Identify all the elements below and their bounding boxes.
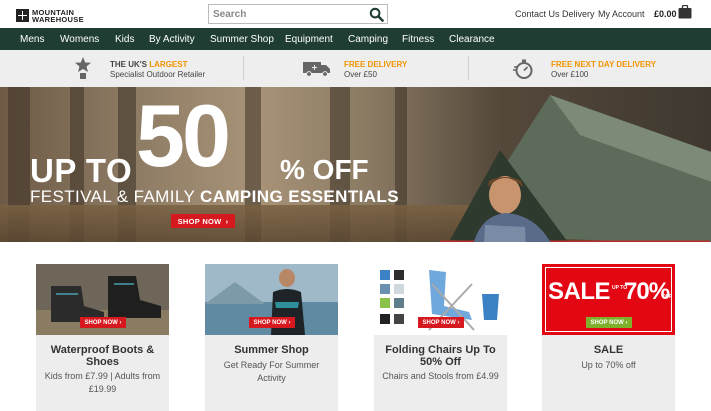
- stopwatch-icon: [513, 59, 533, 79]
- usp-3-line2: Over £100: [551, 70, 589, 79]
- nav-item-mens[interactable]: Mens: [20, 34, 44, 45]
- usp-2-line1-b: FREE DELIVERY: [344, 60, 408, 69]
- hero-subtitle-b: CAMPING ESSENTIALS: [200, 187, 399, 206]
- hero-up-to-text: UP TO: [30, 152, 133, 189]
- shop-now-button[interactable]: SHOP NOW ›: [80, 317, 126, 328]
- hero-subtitle: FESTIVAL & FAMILY CAMPING ESSENTIALS: [30, 187, 399, 207]
- delivery-link[interactable]: Delivery: [562, 9, 595, 19]
- nav-item-womens[interactable]: Womens: [60, 34, 99, 45]
- hero-discount-number: 50: [136, 87, 231, 185]
- card-title[interactable]: SALE: [546, 344, 671, 356]
- shopping-bag-icon[interactable]: [678, 5, 692, 19]
- nav-item-by-activity[interactable]: By Activity: [149, 34, 195, 45]
- site-header: MOUNTAIN WAREHOUSE Contact Us Delivery M…: [0, 0, 711, 28]
- logo-cross-icon: [16, 9, 29, 22]
- usp-1-line1-b: LARGEST: [149, 60, 188, 69]
- nav-item-kids[interactable]: Kids: [115, 34, 134, 45]
- product-card-summer-shop[interactable]: SHOP NOW › Summer Shop Get Ready For Sum…: [205, 264, 338, 411]
- cart-total[interactable]: £0.00: [654, 9, 677, 19]
- shop-now-button[interactable]: SHOP NOW ›: [249, 317, 295, 328]
- contact-us-link[interactable]: Contact Us: [515, 9, 560, 19]
- mountain-warehouse-logo[interactable]: MOUNTAIN WAREHOUSE: [16, 7, 106, 24]
- delivery-truck-icon: [303, 62, 330, 77]
- hero-shop-now-button[interactable]: SHOP NOW ›: [171, 214, 235, 228]
- product-card-folding-chairs[interactable]: SHOP NOW › Folding Chairs Up To 50% Off …: [374, 264, 507, 411]
- card-title[interactable]: Summer Shop: [209, 344, 334, 356]
- hero-percent-off: % OFF: [280, 154, 369, 185]
- product-card-sale[interactable]: SALE UP TO 70% OFF SHOP NOW › SALE Up to…: [542, 264, 675, 411]
- shop-now-label: SHOP NOW: [590, 319, 624, 326]
- camper-illustration: [473, 176, 551, 242]
- usp-divider: [243, 56, 244, 80]
- shop-now-button[interactable]: SHOP NOW ›: [418, 317, 464, 328]
- star-award-icon: [75, 57, 91, 79]
- chevron-right-icon: ›: [225, 216, 229, 226]
- usp-1-line1-a: THE UK'S: [110, 60, 150, 69]
- nav-item-summer-shop[interactable]: Summer Shop: [210, 34, 274, 45]
- card-title[interactable]: Waterproof Boots & Shoes: [40, 344, 165, 368]
- shop-now-label: SHOP NOW: [422, 319, 456, 326]
- usp-1-line2: Specialist Outdoor Retailer: [110, 70, 206, 79]
- card-subtitle: Up to 70% off: [581, 360, 636, 370]
- card-title[interactable]: Folding Chairs Up To 50% Off: [378, 344, 503, 368]
- my-account-link[interactable]: My Account: [598, 9, 645, 19]
- shop-now-label: SHOP NOW: [253, 319, 287, 326]
- nav-item-fitness[interactable]: Fitness: [402, 34, 434, 45]
- card-subtitle: Kids from £7.99 | Adults from £19.99: [44, 371, 161, 394]
- search-icon[interactable]: [369, 7, 384, 22]
- search-box: [208, 4, 388, 24]
- search-input[interactable]: [209, 5, 364, 23]
- usp-2-line2: Over £50: [344, 70, 377, 79]
- sale-banner-percent: 70%: [624, 278, 670, 305]
- shop-now-button[interactable]: SHOP NOW ›: [586, 317, 632, 328]
- usp-3-line1-b: FREE NEXT DAY DELIVERY: [551, 60, 657, 69]
- nav-item-camping[interactable]: Camping: [348, 34, 388, 45]
- main-navigation: Mens Womens Kids By Activity Summer Shop…: [0, 28, 711, 50]
- card-subtitle: Chairs and Stools from £4.99: [382, 371, 499, 381]
- sale-banner-word: SALE: [548, 278, 611, 305]
- logo-line-2: WAREHOUSE: [32, 14, 84, 24]
- hero-subtitle-a: FESTIVAL & FAMILY: [30, 187, 201, 206]
- sale-banner-off: OFF: [662, 294, 672, 300]
- shop-now-label: SHOP NOW: [84, 319, 118, 326]
- hero-shop-now-label: SHOP NOW: [177, 216, 222, 226]
- card-subtitle: Get Ready For Summer Activity: [223, 360, 320, 383]
- usp-bar: THE UK'S LARGEST Specialist Outdoor Reta…: [0, 50, 711, 87]
- product-card-boots[interactable]: SHOP NOW › Waterproof Boots & Shoes Kids…: [36, 264, 169, 411]
- usp-divider: [468, 56, 469, 80]
- hero-banner[interactable]: UP TO 50 % OFF FESTIVAL & FAMILY CAMPING…: [0, 87, 711, 242]
- nav-item-clearance[interactable]: Clearance: [449, 34, 495, 45]
- nav-item-equipment[interactable]: Equipment: [285, 34, 333, 45]
